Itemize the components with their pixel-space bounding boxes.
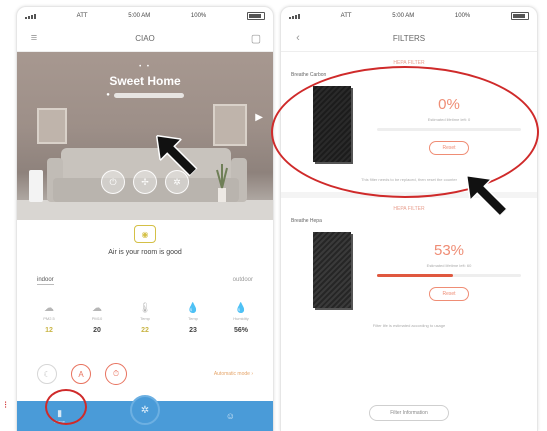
wall-frame bbox=[37, 108, 67, 144]
status-carrier: ATT bbox=[76, 13, 88, 19]
status-time: 5:00 AM bbox=[128, 13, 151, 19]
signal-icon bbox=[25, 13, 36, 19]
tab-me[interactable]: ☺ bbox=[215, 410, 245, 421]
metric-label: Temp bbox=[188, 316, 198, 321]
air-quality-text: Air is your room is good bbox=[108, 249, 182, 256]
highlight-circle bbox=[45, 389, 87, 425]
cloud-icon: ☁ bbox=[44, 303, 54, 314]
fan-icon: ✲ bbox=[140, 404, 150, 416]
device-controls: ⏻ ✢ ✲ bbox=[17, 170, 273, 194]
tab-center[interactable]: ✲ bbox=[129, 395, 160, 425]
air-quality-summary: ◉ Air is your room is good bbox=[17, 225, 273, 256]
air-quality-icon: ◉ bbox=[134, 225, 156, 243]
scan-icon[interactable]: ▢ bbox=[249, 31, 263, 45]
filter-card-hepa: 53% Estimated lifetime left: 60 Reset Fi… bbox=[291, 224, 527, 334]
signal-icon bbox=[289, 13, 300, 19]
timer-icon[interactable]: ⏱ bbox=[105, 363, 127, 385]
room-hero: • • Sweet Home ● ▶ ⏻ ✢ ✲ bbox=[17, 52, 273, 220]
metric-label: Temp bbox=[140, 316, 150, 321]
nav-bar: ‹ FILTERS bbox=[281, 25, 537, 52]
metric-label: PM2.5 bbox=[43, 316, 55, 321]
metric-pm10: ☁ PM10 20 bbox=[77, 303, 117, 334]
home-subtitle: ● bbox=[17, 92, 273, 98]
status-bar: ATT 5:00 AM 100% bbox=[17, 7, 273, 25]
filter-percent: 53% bbox=[433, 242, 465, 259]
page-dots: • • bbox=[139, 64, 151, 70]
wall-frame bbox=[213, 104, 247, 146]
cloud-icon: ☁ bbox=[92, 303, 102, 314]
metric-value: 22 bbox=[141, 327, 149, 334]
filter-image bbox=[313, 232, 351, 308]
filter-lifetime: Estimated lifetime left: 60 bbox=[426, 263, 472, 268]
metric-value: 20 bbox=[93, 327, 101, 334]
menu-icon[interactable]: ≡ bbox=[27, 31, 41, 45]
nav-bar: ≡ CIAO ▢ bbox=[17, 25, 273, 52]
drop-icon: 💧 bbox=[186, 303, 200, 314]
tab-indoor[interactable]: indoor bbox=[37, 277, 54, 285]
annotation-mark: ⁝ bbox=[4, 400, 8, 411]
filter-progress-fill bbox=[377, 274, 454, 277]
drop-icon: 💧 bbox=[234, 303, 248, 314]
mode-button[interactable]: ✢ bbox=[133, 170, 157, 194]
auto-icon[interactable]: A bbox=[71, 364, 91, 384]
home-subtitle-bar bbox=[113, 92, 184, 98]
battery-icon bbox=[246, 12, 265, 20]
back-icon[interactable]: ‹ bbox=[291, 31, 305, 45]
status-time: 5:00 AM bbox=[392, 13, 415, 19]
tab-outdoor[interactable]: outdoor bbox=[233, 277, 253, 285]
status-battery-label: 100% bbox=[454, 13, 471, 19]
metric-temp: 🌡 Temp 22 bbox=[125, 303, 165, 334]
home-name[interactable]: Sweet Home bbox=[17, 74, 273, 88]
filter-note: Filter life is estimated according to us… bbox=[372, 323, 446, 328]
status-carrier: ATT bbox=[340, 13, 352, 19]
user-icon: ☺ bbox=[225, 410, 235, 421]
metric-label: Humidity bbox=[233, 316, 249, 321]
home-screen: ATT 5:00 AM 100% ≡ CIAO ▢ • • Sweet Home… bbox=[16, 6, 274, 431]
page-title: FILTERS bbox=[392, 33, 426, 43]
metrics-row: ☁ PM2.5 12 ☁ PM10 20 🌡 Temp 22 💧 Temp 23… bbox=[29, 303, 261, 334]
floor bbox=[17, 200, 273, 220]
filter-info: 53% Estimated lifetime left: 60 Reset bbox=[377, 242, 521, 301]
metric-value: 56% bbox=[233, 327, 248, 334]
thermometer-icon: 🌡 bbox=[138, 303, 152, 314]
metric-pm25: ☁ PM2.5 12 bbox=[29, 303, 69, 334]
filter-info-button[interactable]: Filter Information bbox=[369, 405, 449, 421]
moon-icon[interactable]: ☾ bbox=[37, 364, 57, 384]
filter-progress bbox=[377, 274, 521, 277]
indoor-outdoor-tabs: indoor outdoor bbox=[37, 277, 253, 285]
status-bar: ATT 5:00 AM 100% bbox=[281, 7, 537, 25]
metric-humidity: 💧 Humidity 56% bbox=[221, 303, 261, 334]
arrow-right-icon[interactable]: ▶ bbox=[255, 112, 263, 123]
metric-value: 23 bbox=[189, 327, 197, 334]
action-row: ☾ A ⏱ Automatic mode › bbox=[37, 363, 253, 385]
metric-value: 12 bbox=[45, 327, 53, 334]
reset-button[interactable]: Reset bbox=[429, 287, 469, 301]
automatic-mode-link[interactable]: Automatic mode › bbox=[214, 371, 253, 377]
power-button[interactable]: ⏻ bbox=[101, 170, 125, 194]
metric-temp-2: 💧 Temp 23 bbox=[173, 303, 213, 334]
battery-icon bbox=[510, 12, 529, 20]
status-battery-label: 100% bbox=[190, 13, 207, 19]
location-icon: ● bbox=[106, 92, 110, 98]
page-title: CIAO bbox=[135, 33, 155, 43]
highlight-ellipse bbox=[271, 66, 539, 198]
metric-label: PM10 bbox=[91, 316, 103, 321]
